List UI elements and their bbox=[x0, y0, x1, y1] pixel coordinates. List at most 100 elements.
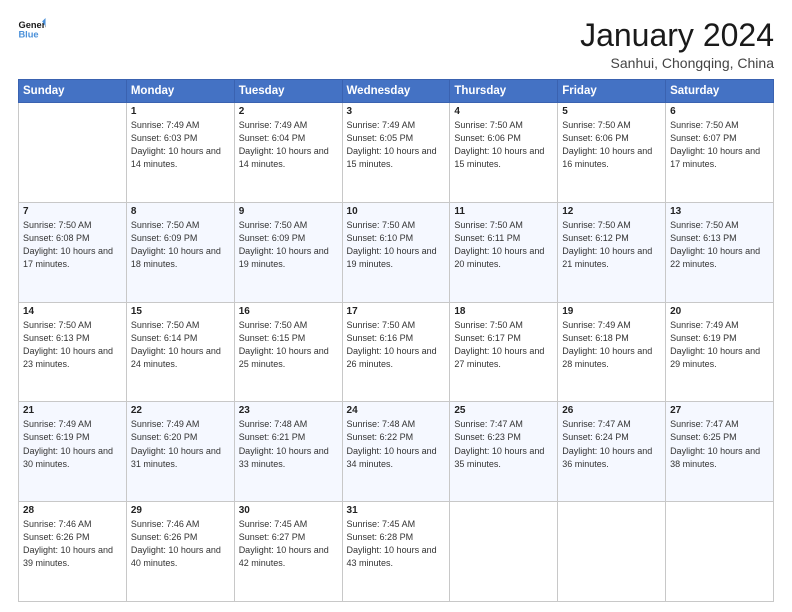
day-number: 30 bbox=[239, 505, 338, 516]
day-number: 31 bbox=[347, 505, 446, 516]
week-row-2: 7 Sunrise: 7:50 AM Sunset: 6:08 PM Daylig… bbox=[19, 202, 774, 302]
week-row-1: 1 Sunrise: 7:49 AM Sunset: 6:03 PM Daylig… bbox=[19, 103, 774, 203]
day-number: 19 bbox=[562, 306, 661, 317]
day-cell: 2Sunrise: 7:49 AM Sunset: 6:04 PM Daylig… bbox=[234, 103, 342, 203]
col-header-saturday: Saturday bbox=[666, 80, 774, 103]
day-info: Sunrise: 7:48 AM Sunset: 6:21 PM Dayligh… bbox=[239, 418, 338, 470]
day-info: Sunrise: 7:49 AM Sunset: 6:19 PM Dayligh… bbox=[23, 418, 122, 470]
day-info: Sunrise: 7:45 AM Sunset: 6:28 PM Dayligh… bbox=[347, 518, 446, 570]
day-number: 8 bbox=[131, 206, 230, 217]
day-number: 15 bbox=[131, 306, 230, 317]
main-title: January 2024 bbox=[580, 18, 774, 53]
day-number: 1 bbox=[131, 106, 230, 117]
day-info: Sunrise: 7:50 AM Sunset: 6:13 PM Dayligh… bbox=[23, 319, 122, 371]
day-info: Sunrise: 7:47 AM Sunset: 6:24 PM Dayligh… bbox=[562, 418, 661, 470]
day-number: 13 bbox=[670, 206, 769, 217]
day-number: 21 bbox=[23, 405, 122, 416]
day-info: Sunrise: 7:50 AM Sunset: 6:06 PM Dayligh… bbox=[454, 119, 553, 171]
day-cell: 4 Sunrise: 7:50 AM Sunset: 6:06 PM Daylig… bbox=[450, 103, 558, 203]
day-info: Sunrise: 7:50 AM Sunset: 6:09 PM Dayligh… bbox=[131, 219, 230, 271]
day-info: Sunrise: 7:49 AM Sunset: 6:05 PM Dayligh… bbox=[347, 119, 446, 171]
day-number: 11 bbox=[454, 206, 553, 217]
day-number: 16 bbox=[239, 306, 338, 317]
day-cell: 18 Sunrise: 7:50 AM Sunset: 6:17 PM Dayli… bbox=[450, 302, 558, 402]
day-number: 22 bbox=[131, 405, 230, 416]
day-number: 7 bbox=[23, 206, 122, 217]
day-cell: 22Sunrise: 7:49 AM Sunset: 6:20 PM Dayli… bbox=[126, 402, 234, 502]
header-row: SundayMondayTuesdayWednesdayThursdayFrid… bbox=[19, 80, 774, 103]
day-cell bbox=[19, 103, 127, 203]
day-info: Sunrise: 7:49 AM Sunset: 6:03 PM Dayligh… bbox=[131, 119, 230, 171]
day-cell: 26 Sunrise: 7:47 AM Sunset: 6:24 PM Dayli… bbox=[558, 402, 666, 502]
day-cell bbox=[450, 502, 558, 602]
day-cell: 8 Sunrise: 7:50 AM Sunset: 6:09 PM Daylig… bbox=[126, 202, 234, 302]
day-info: Sunrise: 7:50 AM Sunset: 6:09 PM Dayligh… bbox=[239, 219, 338, 271]
logo: General Blue bbox=[18, 18, 46, 40]
subtitle: Sanhui, Chongqing, China bbox=[580, 55, 774, 71]
day-info: Sunrise: 7:46 AM Sunset: 6:26 PM Dayligh… bbox=[131, 518, 230, 570]
day-number: 25 bbox=[454, 405, 553, 416]
day-info: Sunrise: 7:50 AM Sunset: 6:08 PM Dayligh… bbox=[23, 219, 122, 271]
day-cell: 7 Sunrise: 7:50 AM Sunset: 6:08 PM Daylig… bbox=[19, 202, 127, 302]
day-info: Sunrise: 7:46 AM Sunset: 6:26 PM Dayligh… bbox=[23, 518, 122, 570]
day-info: Sunrise: 7:47 AM Sunset: 6:23 PM Dayligh… bbox=[454, 418, 553, 470]
day-number: 29 bbox=[131, 505, 230, 516]
logo-icon: General Blue bbox=[18, 18, 46, 40]
col-header-monday: Monday bbox=[126, 80, 234, 103]
day-cell: 28 Sunrise: 7:46 AM Sunset: 6:26 PM Dayli… bbox=[19, 502, 127, 602]
day-cell: 21 Sunrise: 7:49 AM Sunset: 6:19 PM Dayli… bbox=[19, 402, 127, 502]
week-row-3: 14 Sunrise: 7:50 AM Sunset: 6:13 PM Dayli… bbox=[19, 302, 774, 402]
day-number: 24 bbox=[347, 405, 446, 416]
day-cell: 3 Sunrise: 7:49 AM Sunset: 6:05 PM Daylig… bbox=[342, 103, 450, 203]
col-header-tuesday: Tuesday bbox=[234, 80, 342, 103]
day-cell: 17Sunrise: 7:50 AM Sunset: 6:16 PM Dayli… bbox=[342, 302, 450, 402]
day-cell: 20Sunrise: 7:49 AM Sunset: 6:19 PM Dayli… bbox=[666, 302, 774, 402]
day-number: 9 bbox=[239, 206, 338, 217]
header: General Blue January 2024 Sanhui, Chongq… bbox=[18, 18, 774, 71]
day-cell: 11Sunrise: 7:50 AM Sunset: 6:11 PM Dayli… bbox=[450, 202, 558, 302]
col-header-friday: Friday bbox=[558, 80, 666, 103]
day-cell: 27Sunrise: 7:47 AM Sunset: 6:25 PM Dayli… bbox=[666, 402, 774, 502]
day-cell: 13 Sunrise: 7:50 AM Sunset: 6:13 PM Dayli… bbox=[666, 202, 774, 302]
day-number: 17 bbox=[347, 306, 446, 317]
day-cell: 14 Sunrise: 7:50 AM Sunset: 6:13 PM Dayli… bbox=[19, 302, 127, 402]
day-info: Sunrise: 7:50 AM Sunset: 6:12 PM Dayligh… bbox=[562, 219, 661, 271]
day-number: 18 bbox=[454, 306, 553, 317]
day-number: 28 bbox=[23, 505, 122, 516]
day-cell: 24 Sunrise: 7:48 AM Sunset: 6:22 PM Dayli… bbox=[342, 402, 450, 502]
day-cell: 25 Sunrise: 7:47 AM Sunset: 6:23 PM Dayli… bbox=[450, 402, 558, 502]
day-cell bbox=[558, 502, 666, 602]
day-number: 3 bbox=[347, 106, 446, 117]
col-header-thursday: Thursday bbox=[450, 80, 558, 103]
day-cell: 5Sunrise: 7:50 AM Sunset: 6:06 PM Daylig… bbox=[558, 103, 666, 203]
day-info: Sunrise: 7:49 AM Sunset: 6:19 PM Dayligh… bbox=[670, 319, 769, 371]
col-header-wednesday: Wednesday bbox=[342, 80, 450, 103]
day-info: Sunrise: 7:50 AM Sunset: 6:06 PM Dayligh… bbox=[562, 119, 661, 171]
day-number: 2 bbox=[239, 106, 338, 117]
day-cell: 6Sunrise: 7:50 AM Sunset: 6:07 PM Daylig… bbox=[666, 103, 774, 203]
day-number: 4 bbox=[454, 106, 553, 117]
day-cell bbox=[666, 502, 774, 602]
day-cell: 19Sunrise: 7:49 AM Sunset: 6:18 PM Dayli… bbox=[558, 302, 666, 402]
day-cell: 30 Sunrise: 7:45 AM Sunset: 6:27 PM Dayli… bbox=[234, 502, 342, 602]
day-cell: 16Sunrise: 7:50 AM Sunset: 6:15 PM Dayli… bbox=[234, 302, 342, 402]
day-number: 14 bbox=[23, 306, 122, 317]
day-info: Sunrise: 7:50 AM Sunset: 6:17 PM Dayligh… bbox=[454, 319, 553, 371]
week-row-4: 21 Sunrise: 7:49 AM Sunset: 6:19 PM Dayli… bbox=[19, 402, 774, 502]
day-info: Sunrise: 7:50 AM Sunset: 6:10 PM Dayligh… bbox=[347, 219, 446, 271]
day-info: Sunrise: 7:50 AM Sunset: 6:13 PM Dayligh… bbox=[670, 219, 769, 271]
day-info: Sunrise: 7:45 AM Sunset: 6:27 PM Dayligh… bbox=[239, 518, 338, 570]
day-number: 6 bbox=[670, 106, 769, 117]
title-block: January 2024 Sanhui, Chongqing, China bbox=[580, 18, 774, 71]
day-cell: 23Sunrise: 7:48 AM Sunset: 6:21 PM Dayli… bbox=[234, 402, 342, 502]
week-row-5: 28 Sunrise: 7:46 AM Sunset: 6:26 PM Dayli… bbox=[19, 502, 774, 602]
day-number: 10 bbox=[347, 206, 446, 217]
day-cell: 31 Sunrise: 7:45 AM Sunset: 6:28 PM Dayli… bbox=[342, 502, 450, 602]
day-info: Sunrise: 7:48 AM Sunset: 6:22 PM Dayligh… bbox=[347, 418, 446, 470]
day-info: Sunrise: 7:47 AM Sunset: 6:25 PM Dayligh… bbox=[670, 418, 769, 470]
col-header-sunday: Sunday bbox=[19, 80, 127, 103]
day-number: 26 bbox=[562, 405, 661, 416]
calendar-table: SundayMondayTuesdayWednesdayThursdayFrid… bbox=[18, 79, 774, 602]
day-info: Sunrise: 7:50 AM Sunset: 6:14 PM Dayligh… bbox=[131, 319, 230, 371]
page: General Blue January 2024 Sanhui, Chongq… bbox=[0, 0, 792, 612]
